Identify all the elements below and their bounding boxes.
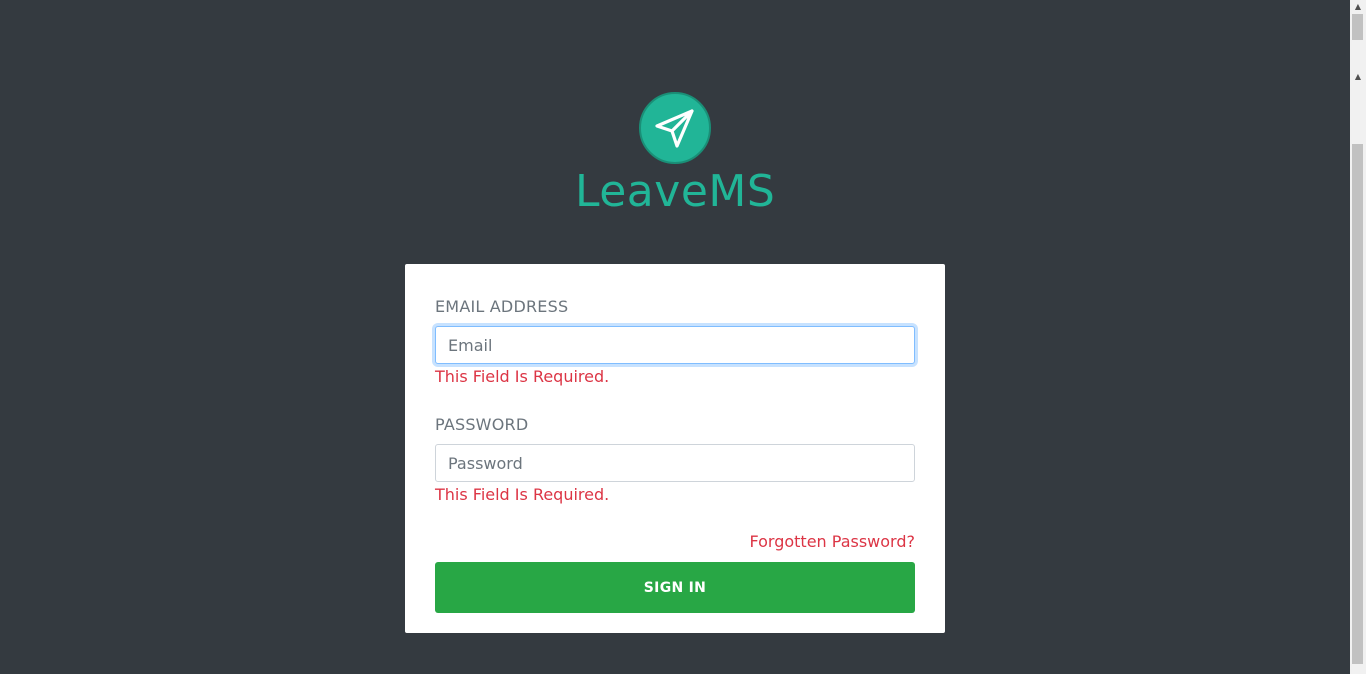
password-label: PASSWORD — [435, 415, 529, 434]
scrollbar-thumb[interactable] — [1352, 144, 1363, 664]
password-error: This Field Is Required. — [435, 485, 610, 504]
scrollbar-segment[interactable] — [1352, 14, 1363, 40]
brand-name: LeaveMS — [575, 166, 776, 217]
paper-plane-icon — [655, 109, 694, 148]
scroll-up-arrow-icon[interactable]: ▲ — [1350, 70, 1366, 84]
brand: LeaveMS — [575, 92, 775, 218]
email-label: EMAIL ADDRESS — [435, 297, 569, 316]
email-field[interactable] — [435, 326, 915, 364]
forgot-password-link[interactable]: Forgotten Password? — [749, 532, 915, 551]
logo — [639, 92, 711, 164]
scroll-up-icon[interactable]: ▲ — [1350, 0, 1366, 14]
login-card: EMAIL ADDRESS This Field Is Required. PA… — [405, 264, 945, 633]
sign-in-button[interactable]: SIGN IN — [435, 562, 915, 613]
password-field[interactable] — [435, 444, 915, 482]
login-page: LeaveMS EMAIL ADDRESS This Field Is Requ… — [0, 0, 1350, 674]
vertical-scrollbar[interactable]: ▲ ▲ — [1350, 0, 1366, 674]
email-error: This Field Is Required. — [435, 367, 610, 386]
